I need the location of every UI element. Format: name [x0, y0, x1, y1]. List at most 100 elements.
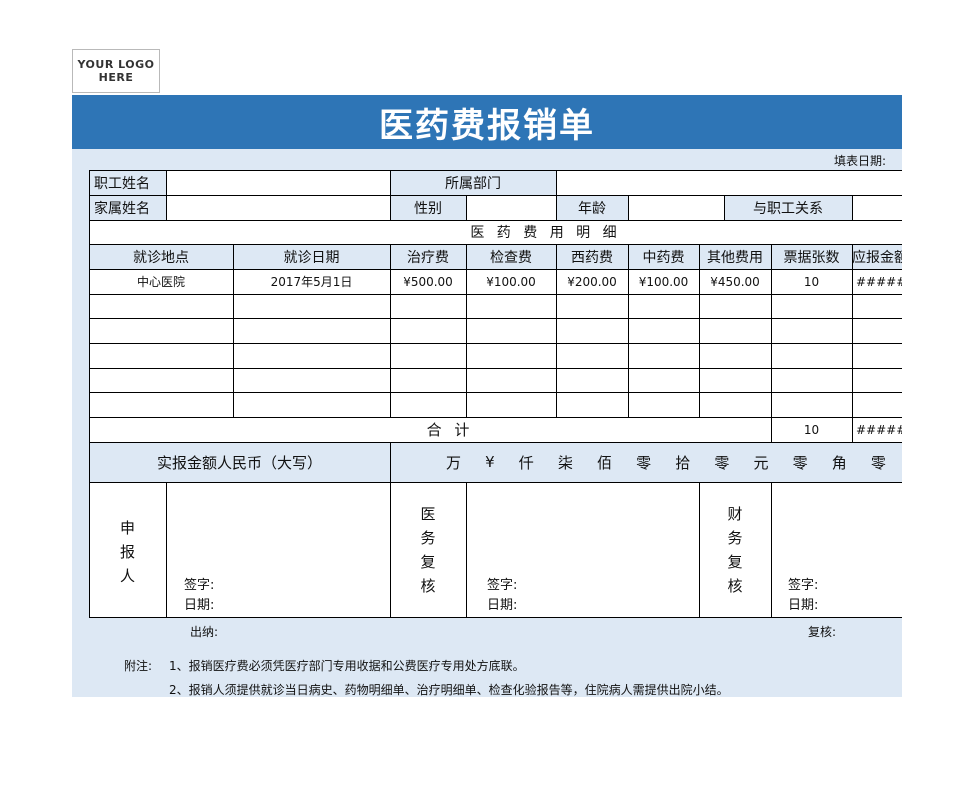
- grid-line: [699, 244, 700, 417]
- table-cell-exam[interactable]: [466, 294, 556, 318]
- table-cell-location[interactable]: [89, 294, 233, 318]
- note-label: 附注:: [124, 659, 153, 673]
- company-logo: YOUR LOGO HERE: [72, 49, 160, 93]
- table-cell-treatment[interactable]: [390, 392, 466, 417]
- table-cell-receipts[interactable]: [771, 368, 852, 392]
- table-cell-western-med[interactable]: [556, 343, 628, 368]
- table-cell-exam[interactable]: [466, 318, 556, 343]
- table-cell-other[interactable]: [699, 392, 771, 417]
- finance-label-char: 复: [727, 553, 743, 571]
- relation-label: 与职工关系: [724, 195, 852, 220]
- table-cell-chinese-med[interactable]: [628, 318, 699, 343]
- grid-line: [466, 195, 467, 220]
- relation-field[interactable]: [852, 195, 902, 220]
- table-cell-chinese-med[interactable]: [628, 368, 699, 392]
- logo-line2: HERE: [98, 71, 134, 84]
- gender-label: 性别: [390, 195, 466, 220]
- note-1: 1、报销医疗费必须凭医疗部门专用收据和公费医疗专用处方底联。: [169, 659, 525, 673]
- table-cell-amount[interactable]: #####: [852, 269, 902, 294]
- medical-label-char: 医: [420, 505, 436, 523]
- grid-line: [89, 244, 902, 245]
- table-cell-date[interactable]: [233, 318, 390, 343]
- table-cell-location[interactable]: [89, 392, 233, 417]
- table-cell-date[interactable]: [233, 294, 390, 318]
- table-cell-western-med[interactable]: ¥200.00: [556, 269, 628, 294]
- gender-field[interactable]: [466, 195, 556, 220]
- table-cell-other[interactable]: [699, 343, 771, 368]
- table-cell-other[interactable]: [699, 294, 771, 318]
- age-field[interactable]: [628, 195, 724, 220]
- amount-words-value: 万 ¥ 仟 柒 佰 零 拾 零 元 零 角 零: [390, 442, 902, 482]
- table-cell-chinese-med[interactable]: [628, 392, 699, 417]
- table-cell-other[interactable]: [699, 368, 771, 392]
- table-cell-receipts[interactable]: [771, 343, 852, 368]
- table-cell-location[interactable]: 中心医院: [89, 269, 233, 294]
- col-header-western-med: 西药费: [556, 244, 628, 269]
- grid-line: [89, 220, 902, 221]
- applicant-signature-label: 签字:: [184, 578, 215, 593]
- table-cell-chinese-med[interactable]: [628, 294, 699, 318]
- logo-line1: YOUR LOGO: [77, 58, 155, 71]
- table-cell-date[interactable]: [233, 368, 390, 392]
- table-cell-location[interactable]: [89, 343, 233, 368]
- table-cell-date[interactable]: [233, 343, 390, 368]
- table-cell-other[interactable]: ¥450.00: [699, 269, 771, 294]
- grid-line: [89, 617, 902, 618]
- medical-label-char: 核: [420, 577, 436, 595]
- table-cell-exam[interactable]: [466, 392, 556, 417]
- age-label: 年龄: [556, 195, 628, 220]
- grid-line: [852, 195, 853, 220]
- detail-section-title: 医 药 费 用 明 细: [89, 220, 902, 244]
- grid-line: [466, 482, 467, 617]
- table-cell-location[interactable]: [89, 368, 233, 392]
- employee-name-field[interactable]: [166, 170, 390, 195]
- grid-line: [556, 244, 557, 417]
- table-cell-chinese-med[interactable]: [628, 343, 699, 368]
- amount-char: 万: [446, 453, 462, 472]
- table-cell-date[interactable]: 2017年5月1日: [233, 269, 390, 294]
- applicant-label-char: 申: [119, 519, 135, 537]
- table-cell-exam[interactable]: [466, 343, 556, 368]
- table-cell-location[interactable]: [89, 318, 233, 343]
- table-cell-western-med[interactable]: [556, 318, 628, 343]
- col-header-receipts: 票据张数: [771, 244, 852, 269]
- grid-line: [89, 294, 902, 295]
- grid-line: [89, 482, 902, 483]
- family-name-field[interactable]: [166, 195, 390, 220]
- table-cell-treatment[interactable]: [390, 294, 466, 318]
- table-cell-amount[interactable]: [852, 343, 902, 368]
- table-cell-treatment[interactable]: [390, 343, 466, 368]
- total-amount: #####: [852, 417, 902, 442]
- total-label: 合 计: [89, 417, 771, 442]
- table-cell-receipts[interactable]: [771, 294, 852, 318]
- table-cell-treatment[interactable]: [390, 368, 466, 392]
- table-cell-receipts[interactable]: 10: [771, 269, 852, 294]
- table-cell-amount[interactable]: [852, 318, 902, 343]
- amount-char: 零: [870, 453, 886, 472]
- table-cell-exam[interactable]: ¥100.00: [466, 269, 556, 294]
- table-cell-chinese-med[interactable]: ¥100.00: [628, 269, 699, 294]
- table-cell-receipts[interactable]: [771, 392, 852, 417]
- table-cell-western-med[interactable]: [556, 392, 628, 417]
- amount-char: 角: [831, 453, 847, 472]
- grid-line: [771, 482, 772, 617]
- department-label: 所属部门: [390, 170, 556, 195]
- grid-line: [89, 170, 90, 618]
- table-cell-date[interactable]: [233, 392, 390, 417]
- department-field[interactable]: [556, 170, 902, 195]
- table-cell-treatment[interactable]: [390, 318, 466, 343]
- table-cell-treatment[interactable]: ¥500.00: [390, 269, 466, 294]
- table-cell-amount[interactable]: [852, 294, 902, 318]
- table-cell-amount[interactable]: [852, 368, 902, 392]
- table-cell-exam[interactable]: [466, 368, 556, 392]
- finance-date-label: 日期:: [788, 598, 819, 613]
- table-cell-other[interactable]: [699, 318, 771, 343]
- grid-line: [466, 244, 467, 417]
- medical-review-label: 医务复核: [390, 482, 466, 617]
- table-cell-receipts[interactable]: [771, 318, 852, 343]
- table-cell-western-med[interactable]: [556, 368, 628, 392]
- grid-line: [852, 417, 853, 442]
- table-cell-western-med[interactable]: [556, 294, 628, 318]
- table-cell-amount[interactable]: [852, 392, 902, 417]
- applicant-signature-text: 签字: 日期:: [184, 576, 214, 616]
